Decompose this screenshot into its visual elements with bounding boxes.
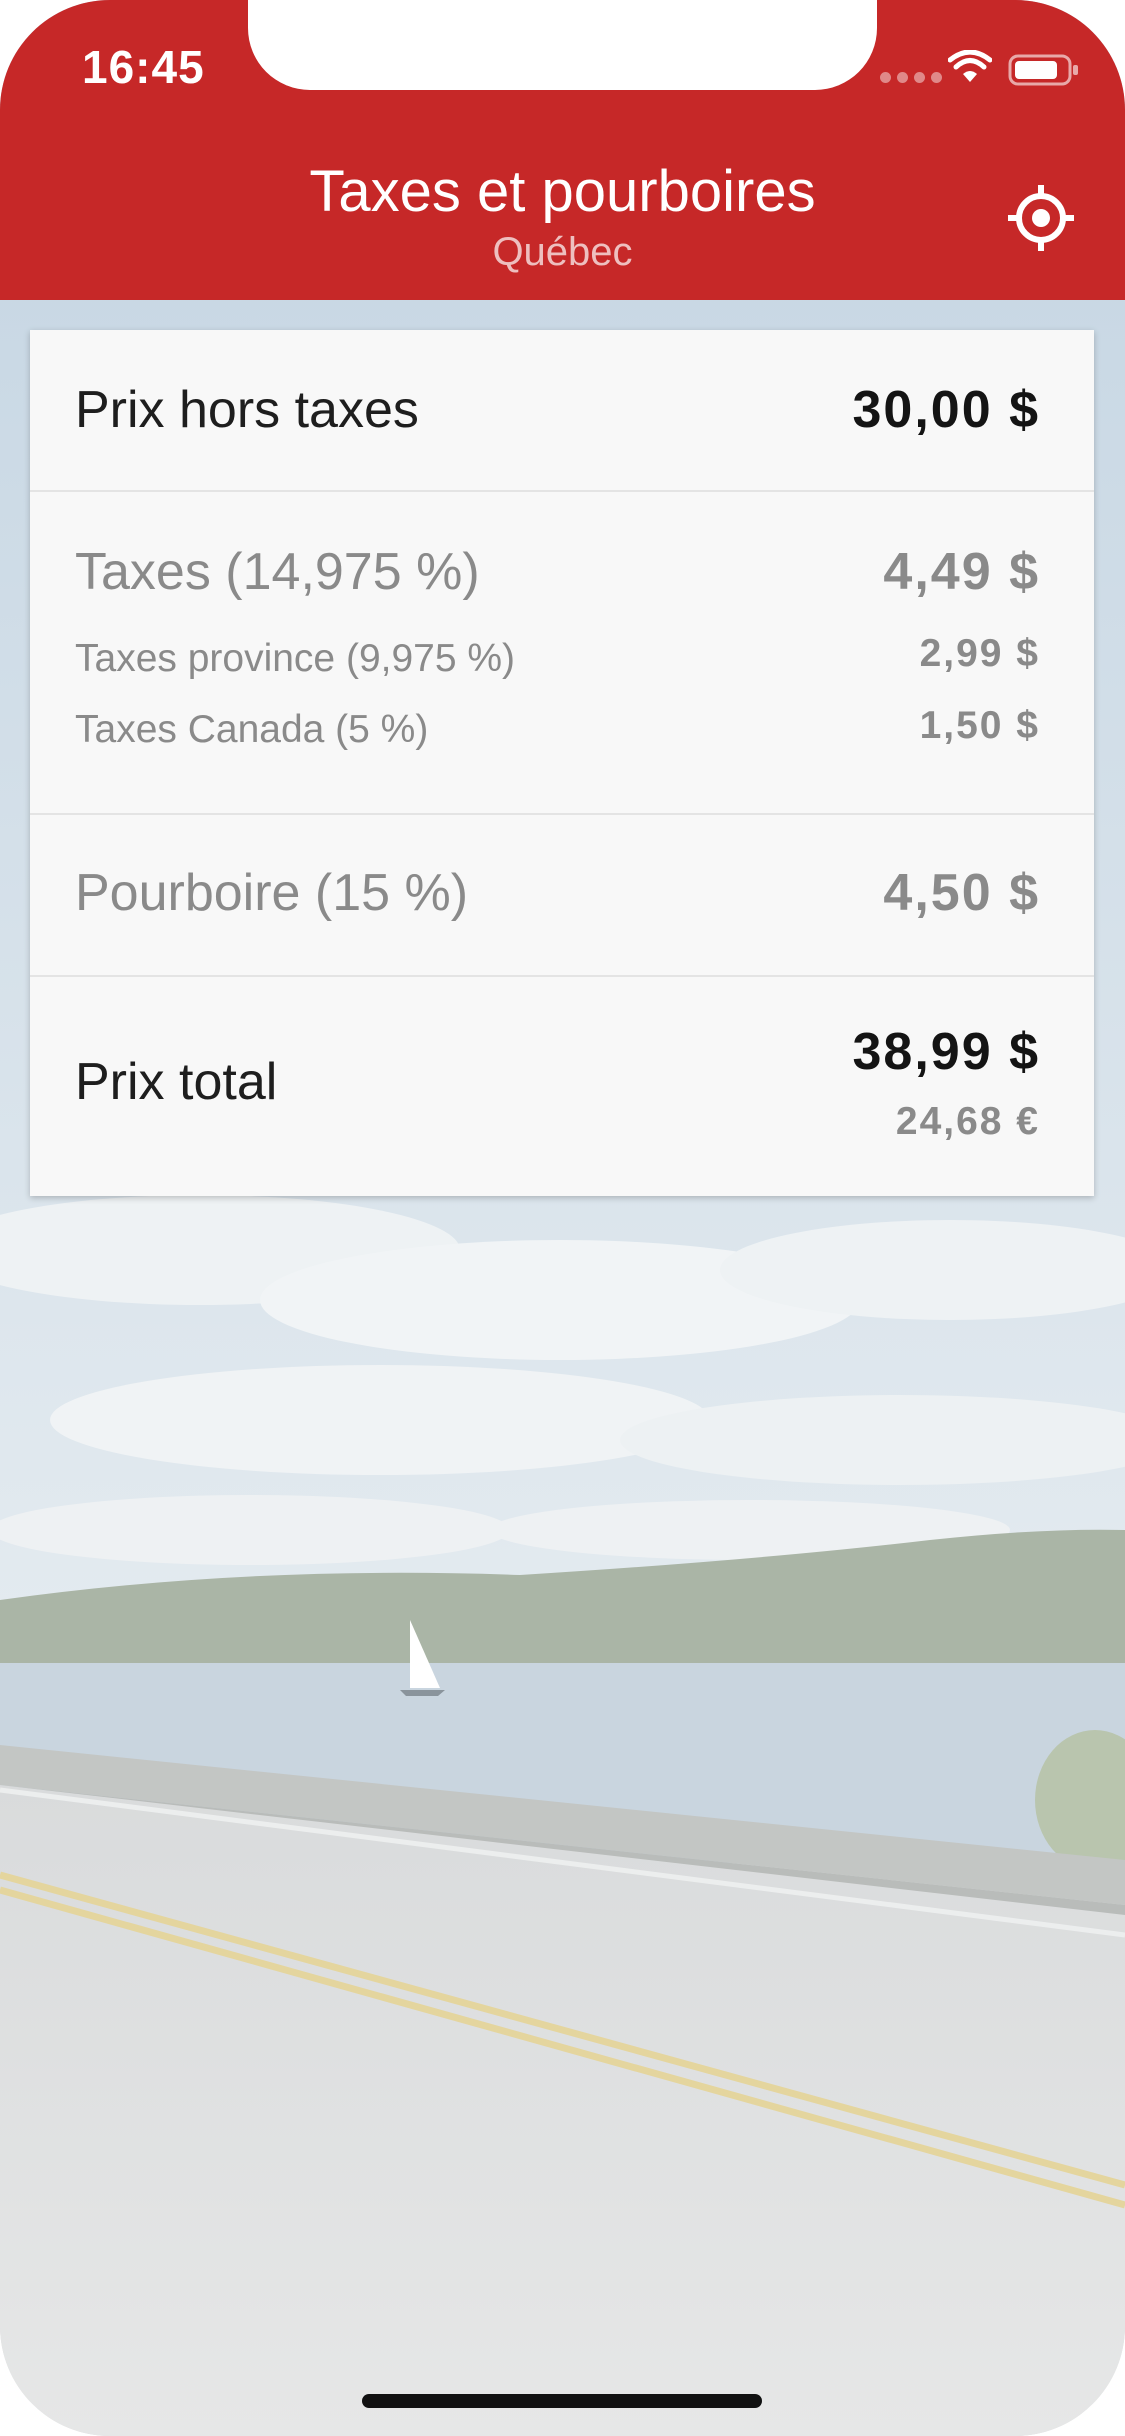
calculation-card: Prix hors taxes 30,00 $ Taxes (14,975 %)… — [30, 330, 1094, 1196]
device-notch — [248, 0, 877, 90]
wifi-icon — [948, 50, 992, 82]
total-label: Prix total — [75, 1053, 278, 1111]
total-euro-value: 24,68 € — [895, 1100, 1040, 1143]
home-indicator[interactable] — [362, 2394, 762, 2408]
status-time: 16:45 — [82, 41, 205, 93]
province-tax-label: Taxes province (9,975 %) — [75, 637, 516, 680]
total-row[interactable]: Prix total 38,99 $ 24,68 € — [30, 977, 1094, 1196]
tip-label: Pourboire (15 %) — [75, 864, 469, 922]
app-header: 16:45 Taxes et pourboires Québec — [0, 0, 1125, 300]
price-label: Prix hors taxes — [75, 381, 419, 439]
taxes-label: Taxes (14,975 %) — [75, 543, 480, 601]
price-row[interactable]: Prix hors taxes 30,00 $ — [30, 330, 1094, 490]
app-screen: 16:45 Taxes et pourboires Québec Prix ho… — [0, 0, 1125, 2436]
taxes-row[interactable]: Taxes (14,975 %) 4,49 $ Taxes province (… — [30, 492, 1094, 812]
canada-tax-label: Taxes Canada (5 %) — [75, 708, 429, 751]
total-value: 38,99 $ — [852, 1023, 1040, 1081]
cellular-signal-icon — [880, 72, 942, 83]
province-tax-value: 2,99 $ — [919, 632, 1040, 675]
taxes-value: 4,49 $ — [883, 543, 1040, 601]
crosshair-location-icon[interactable] — [1006, 183, 1076, 253]
region-subtitle: Québec — [492, 230, 633, 274]
page-title: Taxes et pourboires — [309, 159, 816, 224]
tip-value[interactable]: 4,50 $ — [883, 863, 1040, 923]
canada-tax-value: 1,50 $ — [919, 704, 1040, 747]
battery-icon — [1008, 54, 1078, 86]
tip-row[interactable]: Pourboire (15 %) 4,50 $ — [30, 815, 1094, 975]
price-value[interactable]: 30,00 $ — [853, 380, 1041, 440]
